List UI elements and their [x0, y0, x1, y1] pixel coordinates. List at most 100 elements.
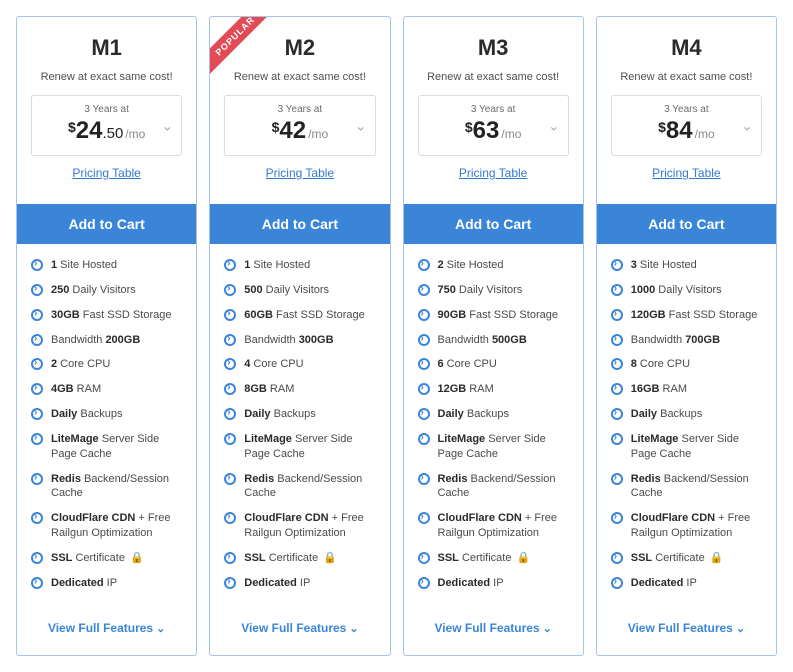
feature-item: CloudFlare CDN + Free Railgun Optimizati… [418, 511, 569, 541]
chevron-down-icon: ⌄ [355, 117, 367, 134]
bullet-icon [418, 577, 430, 589]
bullet-icon [224, 577, 236, 589]
feature-text: Redis Backend/Session Cache [631, 472, 762, 502]
feature-item: 500 Daily Visitors [224, 283, 375, 298]
bullet-icon [31, 433, 43, 445]
feature-text: 750 Daily Visitors [438, 283, 523, 298]
feature-item: LiteMage Server Side Page Cache [224, 432, 375, 462]
feature-list: 1 Site Hosted 250 Daily Visitors 30GB Fa… [17, 244, 196, 607]
price-value: $ 84 /mo [658, 117, 715, 145]
feature-item: Daily Backups [224, 407, 375, 422]
bullet-icon [31, 259, 43, 271]
feature-item: Redis Backend/Session Cache [31, 472, 182, 502]
feature-item: SSL Certificate 🔒 [224, 551, 375, 566]
feature-item: 16GB RAM [611, 382, 762, 397]
feature-list: 2 Site Hosted 750 Daily Visitors 90GB Fa… [404, 244, 583, 607]
feature-item: CloudFlare CDN + Free Railgun Optimizati… [224, 511, 375, 541]
feature-item: Redis Backend/Session Cache [611, 472, 762, 502]
bullet-icon [31, 552, 43, 564]
feature-text: CloudFlare CDN + Free Railgun Optimizati… [438, 511, 569, 541]
bullet-icon [418, 358, 430, 370]
feature-item: 250 Daily Visitors [31, 283, 182, 298]
feature-item: Redis Backend/Session Cache [224, 472, 375, 502]
feature-text: 8GB RAM [244, 382, 294, 397]
term-price-selector[interactable]: ⌄ 3 Years at $ 42 /mo [224, 95, 375, 156]
feature-item: 2 Site Hosted [418, 258, 569, 273]
bullet-icon [31, 284, 43, 296]
feature-text: 500 Daily Visitors [244, 283, 329, 298]
bullet-icon [418, 408, 430, 420]
feature-text: Redis Backend/Session Cache [244, 472, 375, 502]
feature-item: 750 Daily Visitors [418, 283, 569, 298]
renew-text: Renew at exact same cost! [418, 71, 569, 83]
term-price-selector[interactable]: ⌄ 3 Years at $ 63 /mo [418, 95, 569, 156]
feature-item: 4 Core CPU [224, 357, 375, 372]
feature-item: Bandwidth 700GB [611, 333, 762, 348]
plan-card-m2: POPULAR M2 Renew at exact same cost! ⌄ 3… [209, 16, 390, 656]
add-to-cart-button[interactable]: Add to Cart [17, 204, 196, 244]
bullet-icon [31, 577, 43, 589]
pricing-table-link[interactable]: Pricing Table [611, 166, 762, 180]
term-label: 3 Years at [233, 104, 366, 115]
feature-text: SSL Certificate 🔒 [244, 551, 337, 566]
renew-text: Renew at exact same cost! [224, 71, 375, 83]
feature-item: 2 Core CPU [31, 357, 182, 372]
feature-text: 6 Core CPU [438, 357, 497, 372]
bullet-icon [31, 512, 43, 524]
feature-text: SSL Certificate 🔒 [631, 551, 724, 566]
plan-card-m3: M3 Renew at exact same cost! ⌄ 3 Years a… [403, 16, 584, 656]
feature-item: 8GB RAM [224, 382, 375, 397]
add-to-cart-button[interactable]: Add to Cart [597, 204, 776, 244]
chevron-down-icon: ⌄ [543, 623, 552, 635]
feature-item: 6 Core CPU [418, 357, 569, 372]
feature-text: CloudFlare CDN + Free Railgun Optimizati… [51, 511, 182, 541]
feature-text: SSL Certificate 🔒 [51, 551, 144, 566]
renew-text: Renew at exact same cost! [31, 71, 182, 83]
bullet-icon [224, 408, 236, 420]
feature-text: 3 Site Hosted [631, 258, 697, 273]
bullet-icon [611, 284, 623, 296]
feature-item: SSL Certificate 🔒 [611, 551, 762, 566]
feature-text: Dedicated IP [438, 576, 504, 591]
bullet-icon [611, 334, 623, 346]
plan-name: M2 [224, 35, 375, 61]
pricing-table-link[interactable]: Pricing Table [418, 166, 569, 180]
bullet-icon [224, 284, 236, 296]
renew-text: Renew at exact same cost! [611, 71, 762, 83]
feature-item: 12GB RAM [418, 382, 569, 397]
plan-name: M1 [31, 35, 182, 61]
view-full-features-button[interactable]: View Full Features⌄ [210, 607, 389, 655]
feature-text: 1 Site Hosted [51, 258, 117, 273]
feature-text: CloudFlare CDN + Free Railgun Optimizati… [631, 511, 762, 541]
term-price-selector[interactable]: ⌄ 3 Years at $ 24 .50 /mo [31, 95, 182, 156]
feature-text: 90GB Fast SSD Storage [438, 308, 558, 323]
feature-text: LiteMage Server Side Page Cache [438, 432, 569, 462]
bullet-icon [418, 259, 430, 271]
view-full-features-button[interactable]: View Full Features⌄ [597, 607, 776, 655]
feature-item: Dedicated IP [224, 576, 375, 591]
feature-text: 30GB Fast SSD Storage [51, 308, 171, 323]
feature-item: Daily Backups [418, 407, 569, 422]
feature-item: CloudFlare CDN + Free Railgun Optimizati… [31, 511, 182, 541]
chevron-down-icon: ⌄ [736, 623, 745, 635]
pricing-table-link[interactable]: Pricing Table [31, 166, 182, 180]
feature-item: 120GB Fast SSD Storage [611, 308, 762, 323]
feature-item: LiteMage Server Side Page Cache [418, 432, 569, 462]
feature-text: 12GB RAM [438, 382, 494, 397]
feature-text: LiteMage Server Side Page Cache [631, 432, 762, 462]
bullet-icon [31, 358, 43, 370]
plan-card-m4: M4 Renew at exact same cost! ⌄ 3 Years a… [596, 16, 777, 656]
feature-item: SSL Certificate 🔒 [418, 551, 569, 566]
price-value: $ 63 /mo [465, 117, 522, 145]
feature-item: 8 Core CPU [611, 357, 762, 372]
feature-text: Redis Backend/Session Cache [438, 472, 569, 502]
add-to-cart-button[interactable]: Add to Cart [210, 204, 389, 244]
feature-text: Daily Backups [631, 407, 703, 422]
pricing-table-link[interactable]: Pricing Table [224, 166, 375, 180]
add-to-cart-button[interactable]: Add to Cart [404, 204, 583, 244]
bullet-icon [418, 284, 430, 296]
term-price-selector[interactable]: ⌄ 3 Years at $ 84 /mo [611, 95, 762, 156]
view-full-features-button[interactable]: View Full Features⌄ [404, 607, 583, 655]
feature-item: 4GB RAM [31, 382, 182, 397]
view-full-features-button[interactable]: View Full Features⌄ [17, 607, 196, 655]
